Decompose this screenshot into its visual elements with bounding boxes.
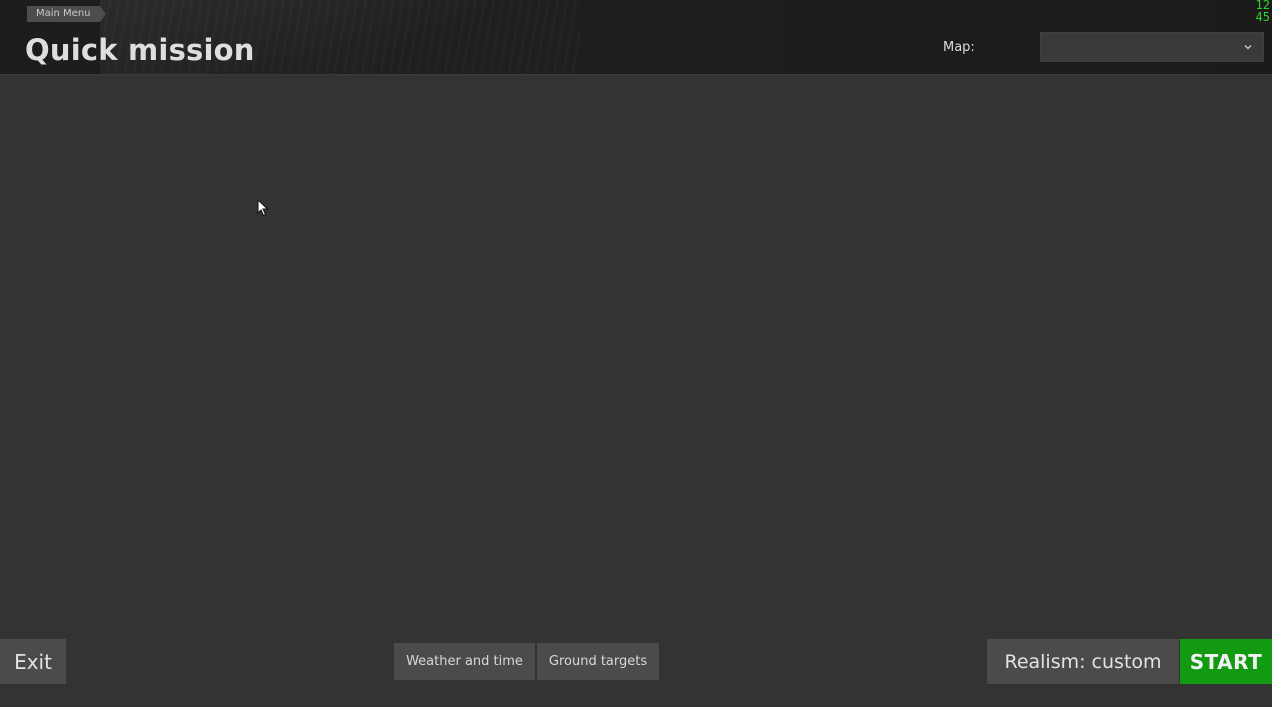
map-dropdown[interactable] (1040, 32, 1264, 62)
chevron-down-icon (1244, 45, 1252, 50)
exit-button[interactable]: Exit (0, 639, 66, 684)
breadcrumb-main-menu[interactable]: Main Menu (27, 6, 105, 22)
page-title: Quick mission (25, 33, 255, 67)
map-label: Map: (943, 40, 975, 55)
realism-button[interactable]: Realism: custom (987, 639, 1179, 684)
header-bar: Main Menu Quick mission Map: 12 45 (0, 0, 1272, 75)
tab-weather-and-time[interactable]: Weather and time (394, 643, 535, 680)
fps-value-bottom: 45 (1255, 10, 1270, 24)
mouse-cursor-icon (257, 199, 269, 217)
fps-counter: 12 45 (1250, 0, 1270, 23)
quick-mission-screen: Main Menu Quick mission Map: 12 45 Exit … (0, 0, 1272, 707)
tab-ground-targets[interactable]: Ground targets (537, 643, 659, 680)
start-button[interactable]: START (1180, 639, 1272, 684)
